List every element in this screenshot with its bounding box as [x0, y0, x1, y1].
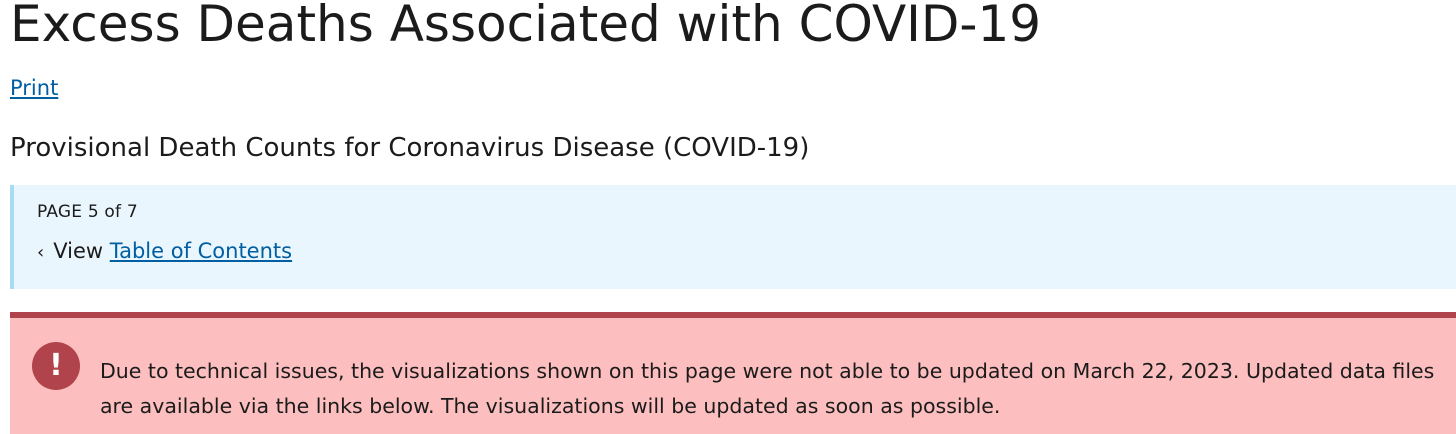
alert-message: Due to technical issues, the visualizati… [100, 359, 1435, 418]
view-label: View [53, 239, 104, 263]
exclamation-icon: ! [32, 342, 80, 390]
print-link[interactable]: Print [10, 74, 58, 102]
table-of-contents-nav: ‹ View Table of Contents [37, 237, 292, 267]
page-title: Excess Deaths Associated with COVID-19 [10, 0, 1042, 53]
pagination-box: PAGE 5 of 7 ‹ View Table of Contents [10, 185, 1456, 289]
page-count: PAGE 5 of 7 [37, 202, 138, 222]
table-of-contents-link[interactable]: Table of Contents [110, 239, 292, 263]
page: Excess Deaths Associated with COVID-19 P… [0, 0, 1456, 434]
page-subtitle: Provisional Death Counts for Coronavirus… [10, 133, 810, 163]
error-alert: ! Due to technical issues, the visualiza… [10, 312, 1456, 434]
chevron-left-icon: ‹ [37, 242, 45, 263]
